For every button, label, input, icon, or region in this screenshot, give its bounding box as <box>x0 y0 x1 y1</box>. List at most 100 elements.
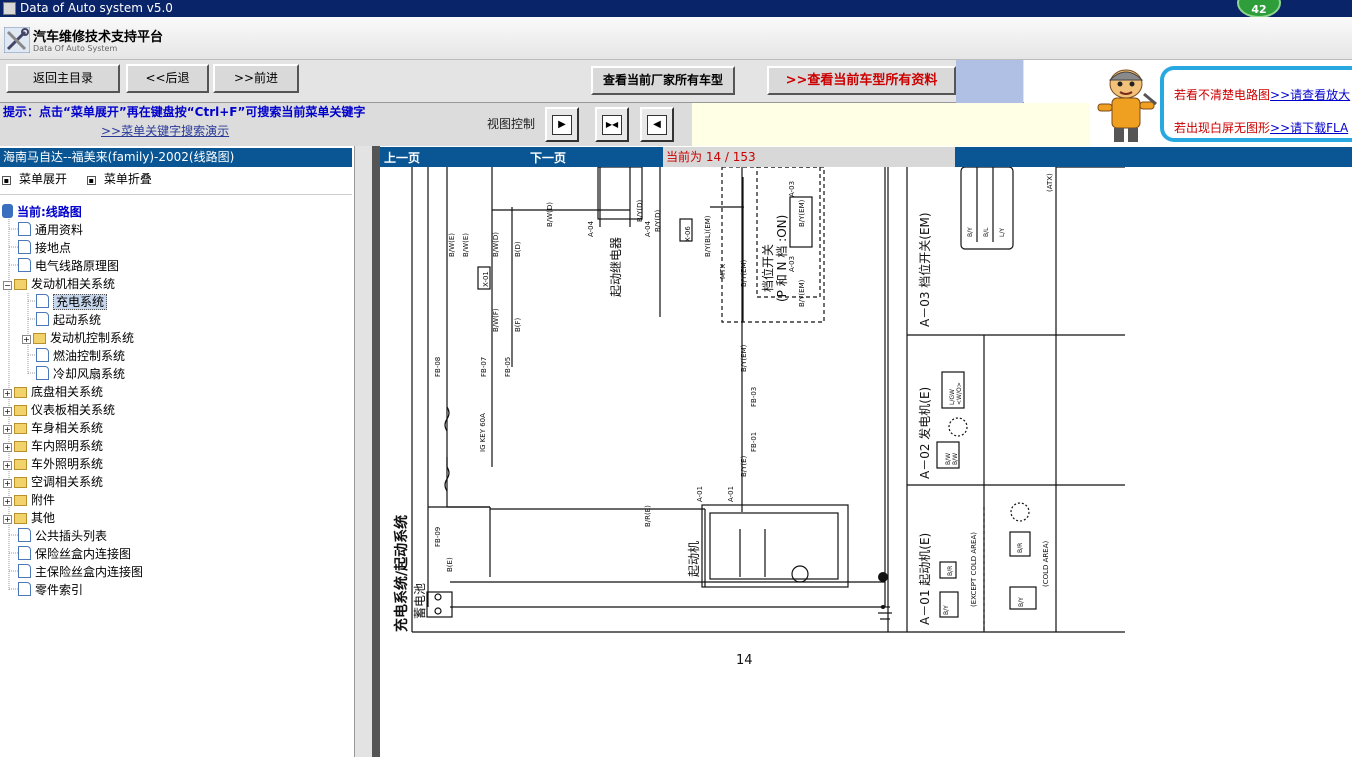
view-control-label: 视图控制 <box>487 117 536 131</box>
app-title: 汽车维修技术支持平台 <box>33 30 164 45</box>
wire-label: B/Y(E) <box>740 455 748 477</box>
menu-expand-label: 菜单展开 <box>19 172 68 186</box>
expand-toggle-icon[interactable]: + <box>3 497 12 506</box>
tree-item[interactable]: 保险丝盒内连接图 <box>18 545 131 563</box>
tree-root-label: 当前:线路图 <box>17 205 82 219</box>
pin-label: B/R <box>947 566 954 576</box>
tree-folder-label: 附件 <box>31 493 56 507</box>
expand-toggle-icon[interactable]: + <box>3 389 12 398</box>
wire-label: B(F) <box>514 317 522 332</box>
connector-label: FB-07 <box>480 357 488 377</box>
tree-folder[interactable]: + 车外照明系统 <box>3 455 103 473</box>
expand-toggle-icon[interactable]: + <box>3 443 12 452</box>
folder-icon <box>14 477 27 488</box>
view-center-button[interactable]: ▶◀ <box>595 107 629 142</box>
tree-item-label: 接地点 <box>35 241 72 255</box>
wire-label: B/Y(D) <box>636 199 644 222</box>
tree-folder[interactable]: + 发动机控制系统 <box>22 329 134 347</box>
toolbar-accent-block <box>956 60 1023 103</box>
app-icon <box>3 2 16 15</box>
next-page-button[interactable]: 下一页 <box>530 149 566 166</box>
tree-item[interactable]: 主保险丝盒内连接图 <box>18 563 143 581</box>
tree-folder[interactable]: + 空调相关系统 <box>3 473 103 491</box>
collapse-toggle-icon[interactable]: − <box>3 281 12 290</box>
menu-collapse-button[interactable]: ▪ 菜单折叠 <box>86 172 160 186</box>
tree-item-label: 冷却风扇系统 <box>53 367 126 381</box>
tree-item-label: 零件索引 <box>35 583 84 597</box>
folder-icon <box>14 459 27 470</box>
tree-item[interactable]: 电气线路原理图 <box>18 257 119 275</box>
tree-folder[interactable]: + 车身相关系统 <box>3 419 103 437</box>
app-header: 汽车维修技术支持平台 Data Of Auto System <box>0 17 1352 60</box>
tree-folder[interactable]: + 其他 <box>3 509 55 527</box>
pin-label: B/Y <box>967 227 974 237</box>
tree-item[interactable]: 冷却风扇系统 <box>36 365 125 383</box>
expand-toggle-icon[interactable]: + <box>3 515 12 524</box>
help-download-link[interactable]: >>请下载FLA <box>1270 121 1348 135</box>
pin-label: B/W <box>945 453 952 465</box>
back-button[interactable]: <<后退 <box>126 64 209 93</box>
wrench-logo-icon <box>4 27 30 53</box>
tree-item-selected[interactable]: 充电系统 <box>36 293 108 311</box>
tree-folder-label: 发动机相关系统 <box>31 277 116 291</box>
sidebar-divider <box>0 194 352 195</box>
tree-root[interactable]: 当前:线路图 <box>2 203 82 221</box>
help-zoom-link[interactable]: >>请查看放大 <box>1270 88 1350 102</box>
diagram-title: 充电系统/起动系统 <box>393 515 410 632</box>
search-demo-link[interactable]: >>菜单关键字搜索演示 <box>101 122 229 139</box>
help-download-text: 若出现白屏无图形 <box>1174 121 1271 135</box>
tree-folder-label: 仪表板相关系统 <box>31 403 116 417</box>
prev-page-button[interactable]: 上一页 <box>384 149 420 166</box>
tree-folder[interactable]: − 发动机相关系统 <box>3 275 115 293</box>
tree-item[interactable]: 通用资料 <box>18 221 83 239</box>
menu-expand-button[interactable]: ▪ 菜单展开 <box>2 172 75 186</box>
document-icon <box>36 348 49 362</box>
view-right-button[interactable]: ▶ <box>545 107 579 142</box>
tree-folder[interactable]: + 车内照明系统 <box>3 437 103 455</box>
document-icon <box>36 312 49 326</box>
wire-label: B/Y(EM) <box>740 259 748 287</box>
connector-label: A-04 <box>644 220 652 237</box>
all-model-data-button[interactable]: >>查看当前车型所有资料 <box>767 66 956 95</box>
tree-folder-label: 底盘相关系统 <box>31 385 104 399</box>
wiring-diagram-viewer[interactable]: 充电系统/起动系统 蓄电池 起动机 起动继电器 档位开关 (P 和 N 档 :O… <box>380 167 1352 757</box>
label-a01: A－01 起动机(E) <box>918 533 932 625</box>
connector-label: FB-05 <box>504 357 512 377</box>
label-battery: 蓄电池 <box>413 583 427 619</box>
view-left-button[interactable]: ◀ <box>640 107 674 142</box>
connector-label: A-03 <box>788 181 796 197</box>
tree-item[interactable]: 起动系统 <box>36 311 101 329</box>
document-icon <box>18 564 31 578</box>
connector-label: FB-09 <box>434 527 442 547</box>
tree-folder[interactable]: + 附件 <box>3 491 55 509</box>
wiring-diagram: 充电系统/起动系统 蓄电池 起动机 起动继电器 档位开关 (P 和 N 档 :O… <box>393 167 1125 668</box>
menu-collapse-label: 菜单折叠 <box>103 172 152 186</box>
tree-item[interactable]: 公共插头列表 <box>18 527 107 545</box>
tree-folder[interactable]: + 仪表板相关系统 <box>3 401 115 419</box>
expand-toggle-icon[interactable]: + <box>3 479 12 488</box>
back-to-main-button[interactable]: 返回主目录 <box>6 64 120 93</box>
expand-toggle-icon[interactable]: + <box>3 425 12 434</box>
pin-label: <W/O> <box>956 382 963 405</box>
tree-folder-label: 车外照明系统 <box>31 457 104 471</box>
collapse-box-icon: ▪ <box>86 176 96 185</box>
document-icon <box>36 294 49 308</box>
wire-label: B(E) <box>446 557 454 572</box>
expand-toggle-icon[interactable]: + <box>22 335 31 344</box>
maker-models-button[interactable]: 查看当前厂家所有车型 <box>591 66 735 95</box>
folder-icon <box>14 441 27 452</box>
pin-label: B/Y <box>943 605 950 615</box>
mechanic-mascot-icon <box>1097 69 1157 142</box>
tree-folder[interactable]: + 底盘相关系统 <box>3 383 103 401</box>
tree-item[interactable]: 零件索引 <box>18 581 83 599</box>
forward-button[interactable]: >>前进 <box>213 64 299 93</box>
tree-item[interactable]: 燃油控制系统 <box>36 347 125 365</box>
connector-label: A-04 <box>587 220 595 237</box>
tree-item[interactable]: 接地点 <box>18 239 71 257</box>
connector-label: A-01 <box>696 486 704 502</box>
arrow-right-icon: ▶ <box>552 115 572 135</box>
expand-toggle-icon[interactable]: + <box>3 407 12 416</box>
junction-dot <box>878 572 888 582</box>
expand-toggle-icon[interactable]: + <box>3 461 12 470</box>
help-line-zoom: 若看不清楚电路图>>请查看放大 <box>1174 86 1350 103</box>
